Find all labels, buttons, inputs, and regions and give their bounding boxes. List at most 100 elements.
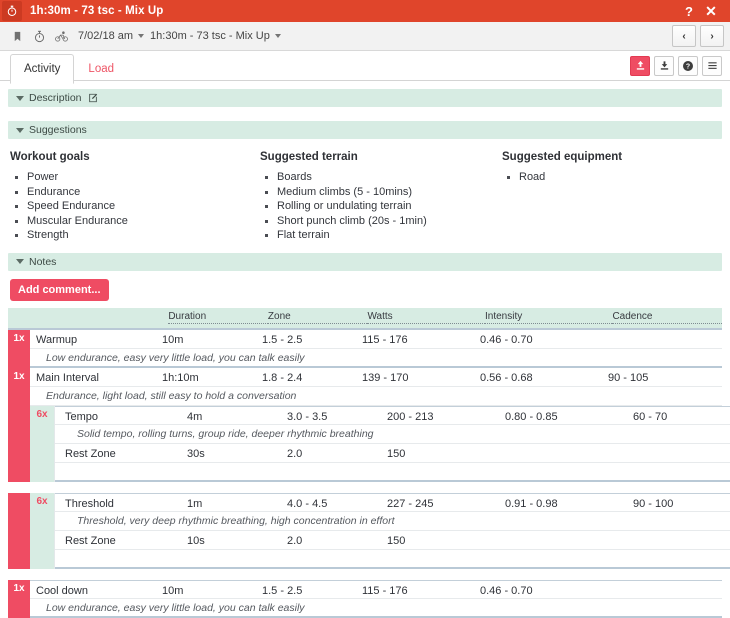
cell-duration: 10m (162, 584, 184, 597)
row-description: Solid tempo, rolling turns, group ride, … (77, 427, 374, 440)
block-repeat-badge[interactable]: 1x (8, 329, 30, 368)
row-description (55, 465, 71, 480)
next-button[interactable]: › (700, 25, 724, 47)
suggestion-title: Suggested terrain (260, 151, 358, 163)
suggestion-column-terrain: Suggested terrain Boards Medium climbs (… (260, 151, 502, 243)
section-header-notes[interactable]: Notes (8, 252, 722, 271)
cyclist-icon[interactable] (50, 25, 72, 47)
comment-area: Add comment... (0, 271, 730, 308)
column-header-duration: Duration (168, 311, 268, 325)
cell-cadence: 90 - 100 (633, 497, 674, 510)
download-icon[interactable] (654, 55, 674, 76)
help-icon[interactable]: ? (678, 55, 698, 76)
block-repeat-badge[interactable]: 1x (8, 367, 30, 406)
cell-zone: 2.0 (287, 534, 303, 547)
table-row[interactable]: Warmup 10m 1.5 - 2.5 115 - 176 0.46 - 0.… (30, 330, 722, 349)
tab-load[interactable]: Load (74, 54, 128, 83)
suggestion-list-goals: Power Endurance Speed Endurance Muscular… (10, 170, 260, 243)
cell-name: Threshold (65, 497, 114, 510)
block-repeat-badge[interactable] (8, 405, 30, 482)
cell-watts: 115 - 176 (362, 584, 408, 597)
cell-watts: 200 - 213 (387, 410, 434, 423)
block-inner-repeat-badge[interactable]: 6x (30, 492, 54, 569)
chevron-down-icon (16, 259, 24, 265)
cell-zone: 1.5 - 2.5 (262, 584, 303, 597)
table-row[interactable]: Rest Zone 30s 2.0 150 (55, 444, 730, 463)
sub-toolbar: 7/02/18 am 1h:30m - 73 tsc - Mix Up ‹ › (0, 22, 730, 51)
close-button[interactable]: ✕ (700, 0, 722, 22)
table-row-description (55, 463, 730, 482)
block-body: Main Interval 1h:10m 1.8 - 2.4 139 - 170… (30, 368, 722, 406)
content-area: Description Suggestions Workout goals Po… (0, 89, 730, 618)
prev-button[interactable]: ‹ (672, 25, 696, 47)
row-description: Low endurance, easy very little load, yo… (46, 351, 305, 364)
tabs-row: Activity Load ? (0, 51, 730, 84)
cell-name: Rest Zone (65, 447, 116, 460)
block-inner-repeat-badge[interactable]: 6x (30, 405, 54, 482)
workout-dropdown[interactable]: 1h:30m - 73 tsc - Mix Up (150, 30, 281, 42)
section-label-suggestions: Suggestions (29, 124, 87, 136)
section-header-suggestions[interactable]: Suggestions (8, 121, 722, 139)
toolbar-buttons: ? (630, 51, 730, 80)
cell-intensity: 0.91 - 0.98 (505, 497, 558, 510)
menu-icon[interactable] (702, 55, 722, 76)
workout-block-nested: 6x Tempo 4m 3.0 - 3.5 200 - 213 0.80 - 0… (8, 405, 730, 482)
edit-icon[interactable] (88, 93, 98, 103)
list-item: Speed Endurance (10, 199, 260, 214)
cell-zone: 1.8 - 2.4 (262, 371, 303, 384)
cell-name: Main Interval (36, 371, 99, 384)
table-row[interactable]: Tempo 4m 3.0 - 3.5 200 - 213 0.80 - 0.85… (55, 405, 730, 425)
list-item: Medium climbs (5 - 10mins) (260, 185, 502, 200)
window-title: 1h:30m - 73 tsc - Mix Up (30, 5, 164, 17)
tabs-spacer (128, 51, 630, 80)
cell-intensity: 0.46 - 0.70 (480, 333, 533, 346)
cell-cadence: 60 - 70 (633, 410, 668, 423)
suggestions-grid: Workout goals Power Endurance Speed Endu… (0, 139, 730, 249)
block-repeat-badge[interactable] (8, 492, 30, 569)
help-button[interactable]: ? (678, 0, 700, 22)
table-row[interactable]: Rest Zone 10s 2.0 150 (55, 531, 730, 550)
add-comment-button[interactable]: Add comment... (10, 278, 109, 301)
list-item: Short punch climb (20s - 1min) (260, 214, 502, 229)
workout-block: 1x Cool down 10m 1.5 - 2.5 115 - 176 0.4… (8, 579, 722, 618)
date-dropdown[interactable]: 7/02/18 am (78, 30, 145, 42)
cell-watts: 115 - 176 (362, 333, 408, 346)
list-item: Strength (10, 228, 260, 243)
stopwatch-icon[interactable] (28, 25, 50, 47)
suggestion-title: Suggested equipment (502, 151, 623, 163)
chevron-down-icon (138, 34, 145, 38)
table-row-description (55, 550, 730, 569)
suggestion-title: Workout goals (10, 151, 90, 163)
list-item: Boards (260, 170, 502, 185)
column-header-zone: Zone (267, 311, 368, 325)
workout-block: 1x Main Interval 1h:10m 1.8 - 2.4 139 - … (8, 367, 722, 406)
table-row[interactable]: Main Interval 1h:10m 1.8 - 2.4 139 - 170… (30, 368, 722, 387)
section-label-notes: Notes (29, 255, 57, 268)
stopwatch-icon (2, 1, 22, 21)
suggestion-list-terrain: Boards Medium climbs (5 - 10mins) Rollin… (260, 170, 502, 243)
list-item: Endurance (10, 185, 260, 200)
tab-activity[interactable]: Activity (10, 54, 75, 84)
column-header-watts: Watts (367, 311, 485, 325)
table-row[interactable]: Cool down 10m 1.5 - 2.5 115 - 176 0.46 -… (30, 579, 722, 599)
block-gap (8, 482, 722, 493)
cell-duration: 10s (187, 534, 205, 547)
section-header-description[interactable]: Description (8, 89, 722, 107)
cell-duration: 1m (187, 497, 203, 510)
bookmark-icon[interactable] (6, 25, 28, 47)
cell-zone: 4.0 - 4.5 (287, 497, 328, 510)
cell-watts: 150 (387, 447, 406, 460)
row-description: Endurance, light load, still easy to hol… (46, 389, 297, 402)
cell-name: Cool down (36, 584, 88, 597)
cell-zone: 3.0 - 3.5 (287, 410, 328, 423)
cell-watts: 227 - 245 (387, 497, 434, 510)
table-row-description: Endurance, light load, still easy to hol… (30, 387, 722, 406)
workout-table: Duration Zone Watts Intensity Cadence 1x… (8, 307, 730, 618)
table-row[interactable]: Threshold 1m 4.0 - 4.5 227 - 245 0.91 - … (55, 492, 730, 512)
title-bar: 1h:30m - 73 tsc - Mix Up ? ✕ (0, 0, 730, 22)
workout-block: 1x Warmup 10m 1.5 - 2.5 115 - 176 0.46 -… (8, 329, 722, 368)
block-repeat-badge[interactable]: 1x (8, 579, 30, 618)
upload-icon[interactable] (630, 55, 650, 76)
cell-zone: 1.5 - 2.5 (262, 333, 303, 346)
chevron-down-icon (16, 95, 24, 101)
